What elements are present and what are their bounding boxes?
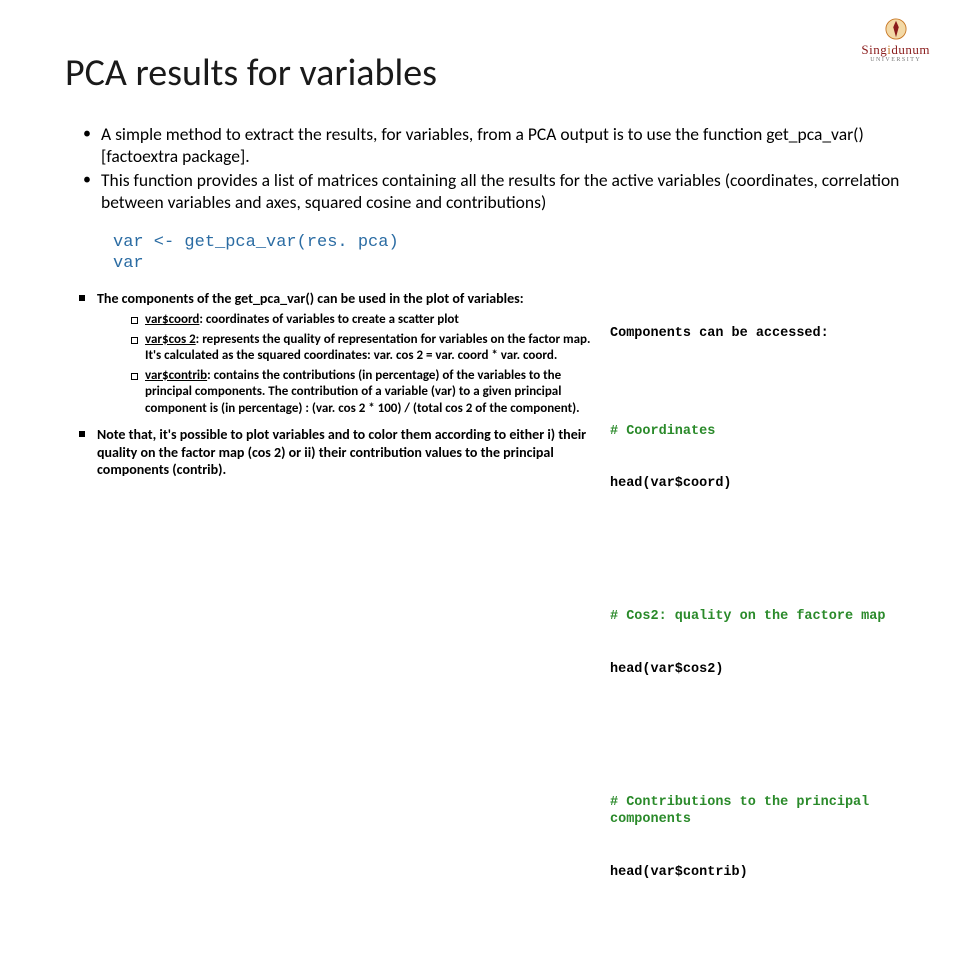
intro-bullet: This function provides a list of matrice… xyxy=(83,170,900,214)
note-bullet: Note that, it's possible to plot variabl… xyxy=(79,426,596,480)
components-intro: The components of the get_pca_var() can … xyxy=(79,290,596,418)
access-comment: # Contributions to the principal compone… xyxy=(610,794,900,829)
logo-brand-pre: Sing xyxy=(861,42,887,57)
access-comment: # Coordinates xyxy=(610,423,900,441)
access-code: head(var$coord) xyxy=(610,475,900,493)
components-intro-pre: The components of the xyxy=(97,290,235,307)
components-column: The components of the get_pca_var() can … xyxy=(79,290,596,962)
components-sublist: var$coord: coordinates of variables to c… xyxy=(131,312,596,418)
logo-brand-post: dunum xyxy=(891,42,930,57)
sub-item-text: : contains the contributions (in percent… xyxy=(145,368,580,416)
sub-item: var$coord: coordinates of variables to c… xyxy=(131,312,596,329)
university-logo: Singidunum UNIVERSITY xyxy=(861,18,930,63)
intro-bullet: A simple method to extract the results, … xyxy=(83,124,900,168)
code-snippet: var <- get_pca_var(res. pca) var xyxy=(113,232,900,275)
sub-item: var$contrib: contains the contributions … xyxy=(131,368,596,418)
access-block: # Contributions to the principal compone… xyxy=(610,759,900,917)
access-comment: # Cos2: quality on the factore map xyxy=(610,608,900,626)
access-code: head(var$cos2) xyxy=(610,661,900,679)
intro-bullet-list: A simple method to extract the results, … xyxy=(83,124,900,214)
components-intro-post: can be used in the plot of variables: xyxy=(314,290,524,307)
access-block: # Cos2: quality on the factore map head(… xyxy=(610,573,900,713)
sub-item-key: var$contrib xyxy=(145,368,207,383)
logo-brand: Singidunum xyxy=(861,42,930,58)
components-intro-fn: get_pca_var() xyxy=(235,290,314,307)
sub-item-text: : represents the quality of representati… xyxy=(145,332,591,364)
access-code: head(var$contrib) xyxy=(610,864,900,882)
slide-title: PCA results for variables xyxy=(65,50,900,96)
lower-columns: The components of the get_pca_var() can … xyxy=(79,290,900,962)
sub-item-text: : coordinates of variables to create a s… xyxy=(199,312,459,327)
access-heading: Components can be accessed: xyxy=(610,325,900,343)
sub-item: var$cos 2: represents the quality of rep… xyxy=(131,332,596,365)
access-block: # Coordinates head(var$coord) xyxy=(610,388,900,528)
slide: Singidunum UNIVERSITY PCA results for va… xyxy=(0,0,960,540)
logo-crest-icon xyxy=(885,18,907,40)
sub-item-key: var$coord xyxy=(145,312,199,327)
access-column: Components can be accessed: # Coordinate… xyxy=(610,290,900,962)
sub-item-key: var$cos 2 xyxy=(145,332,196,347)
logo-subtitle: UNIVERSITY xyxy=(861,57,930,63)
